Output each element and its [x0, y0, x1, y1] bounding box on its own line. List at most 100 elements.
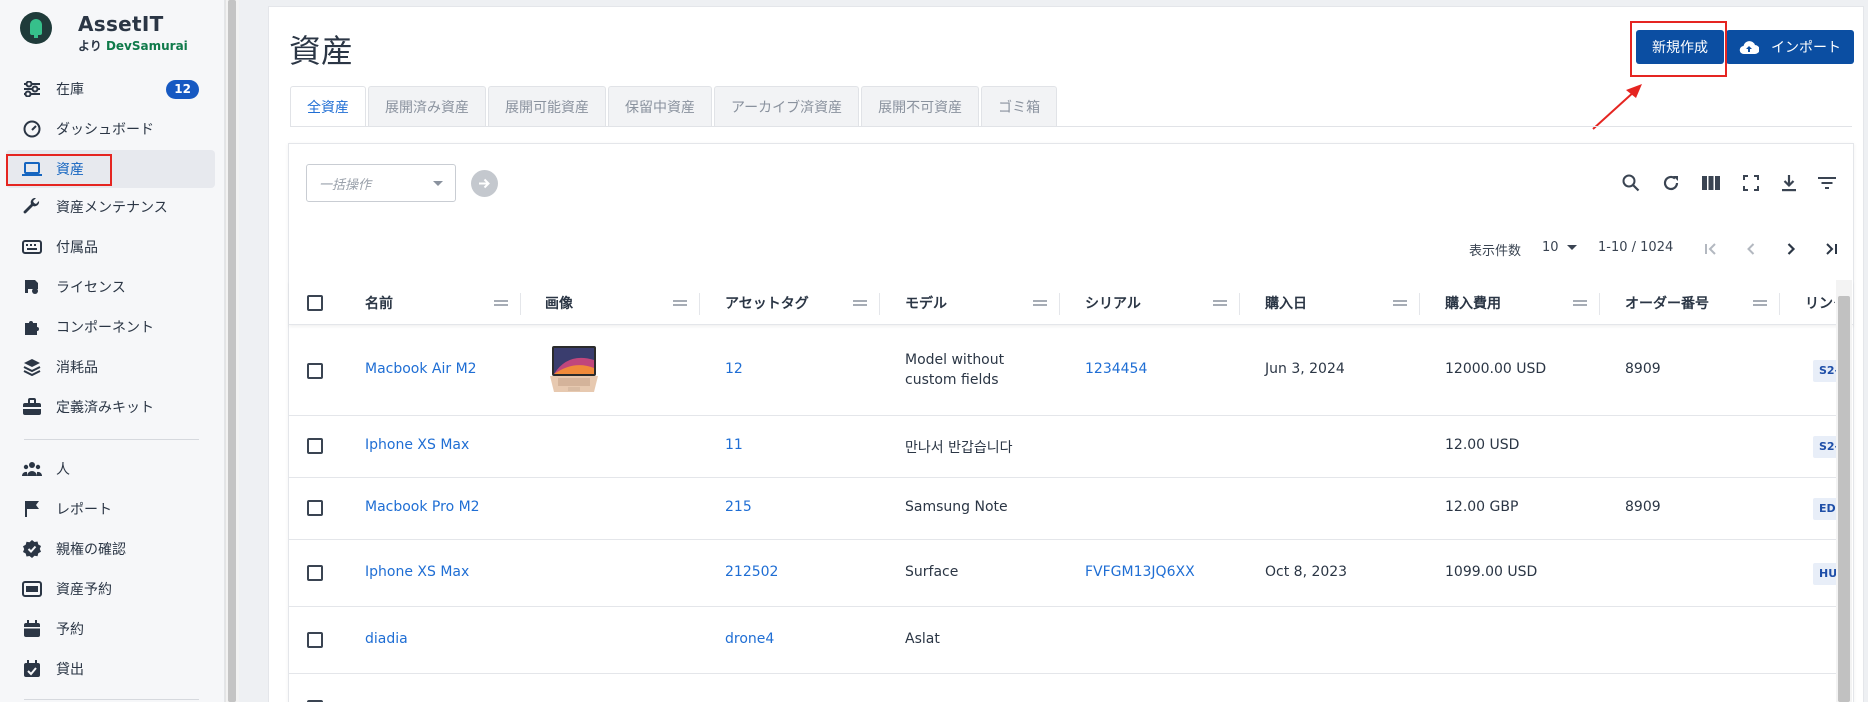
asset-name-link[interactable]: Macbook Pro M2 [365, 499, 480, 515]
column-drag-handle[interactable] [1753, 300, 1767, 306]
column-header-order-number[interactable]: オーダー番号 [1625, 281, 1709, 325]
asset-tag-link[interactable]: 212502 [725, 564, 778, 580]
asset-tag-link[interactable]: 11 [725, 437, 743, 453]
puzzle-icon [22, 317, 42, 337]
column-header-serial[interactable]: シリアル [1085, 281, 1141, 325]
sidebar-item-accessories[interactable]: 付属品 [6, 228, 215, 266]
import-button[interactable]: インポート [1726, 30, 1854, 64]
row-checkbox[interactable] [307, 632, 323, 648]
table-scrollbar-thumb[interactable] [1838, 296, 1850, 702]
table-row[interactable]: Iphone XS Max 212502 Surface FVFGM13JQ6X… [289, 540, 1843, 607]
columns-icon[interactable] [1700, 172, 1722, 194]
row-checkbox[interactable] [307, 363, 323, 379]
tab-undeployable[interactable]: 展開不可資産 [861, 86, 980, 126]
asset-order-number: 8909 [1625, 499, 1661, 515]
asset-serial-link[interactable]: FVFGM13JQ6XX [1085, 564, 1195, 580]
tab-trash[interactable]: ゴミ箱 [981, 86, 1058, 126]
column-drag-handle[interactable] [1573, 300, 1587, 306]
column-header-purchase-date[interactable]: 購入日 [1265, 281, 1307, 325]
asset-name-link[interactable]: Iphone XS Max [365, 564, 469, 580]
column-drag-handle[interactable] [1213, 300, 1227, 306]
asset-name-link[interactable]: Iphone XS Max [365, 437, 469, 453]
column-header-image[interactable]: 画像 [545, 281, 573, 325]
page-title: 資産 [289, 32, 354, 70]
tab-pending[interactable]: 保留中資産 [608, 86, 712, 126]
sidebar-item-inventory[interactable]: 在庫 12 [6, 70, 215, 108]
asset-purchase-cost: 12000.00 USD [1445, 361, 1547, 377]
table-header: 名前 画像 アセットタグ モデル シリアル 購入日 購入費用 オーダー番号 リン… [289, 281, 1853, 325]
sidebar-item-dashboard[interactable]: ダッシュボード [6, 110, 215, 148]
table-row[interactable]: Iphone XS Max 11 만나서 반갑습니다 12.00 USD S2-… [289, 416, 1843, 478]
tab-deployable[interactable]: 展開可能資産 [488, 86, 606, 126]
column-drag-handle[interactable] [1033, 300, 1047, 306]
next-page-icon[interactable] [1780, 238, 1802, 260]
asset-model: Surface [905, 564, 959, 580]
column-header-asset-tag[interactable]: アセットタグ [725, 281, 809, 325]
column-header-name[interactable]: 名前 [365, 281, 393, 325]
sidebar-item-bookings[interactable]: 予約 [6, 610, 215, 648]
table-row[interactable] [289, 674, 1837, 702]
column-header-purchase-cost[interactable]: 購入費用 [1445, 281, 1501, 325]
fullscreen-icon[interactable] [1740, 172, 1762, 194]
asset-tag-link[interactable]: 215 [725, 499, 752, 515]
tab-archived[interactable]: アーカイブ済資産 [714, 86, 860, 126]
page-size-label: 表示件数 [1469, 244, 1522, 259]
asset-thumbnail-image[interactable] [548, 344, 600, 394]
column-drag-handle[interactable] [853, 300, 867, 306]
last-page-icon[interactable] [1820, 238, 1842, 260]
bulk-action-select[interactable]: 一括操作 [306, 164, 456, 202]
column-drag-handle[interactable] [1393, 300, 1407, 306]
column-drag-handle[interactable] [673, 300, 687, 306]
arrow-right-icon [479, 178, 490, 189]
refresh-icon[interactable] [1660, 172, 1682, 194]
sidebar-item-checkout[interactable]: 貸出 [6, 650, 215, 688]
sidebar-scrollbar-thumb[interactable] [228, 0, 236, 702]
download-icon[interactable] [1778, 172, 1800, 194]
table-row[interactable]: diadia drone4 Aslat [289, 607, 1837, 674]
sidebar-item-consumables[interactable]: 消耗品 [6, 348, 215, 386]
page-size-select[interactable]: 10 [1542, 240, 1577, 255]
sidebar-item-reports[interactable]: レポート [6, 490, 215, 528]
users-icon [22, 459, 42, 479]
column-header-link[interactable]: リンク [1805, 281, 1835, 325]
column-header-model[interactable]: モデル [905, 281, 947, 325]
row-checkbox[interactable] [307, 438, 323, 454]
asset-model: Aslat [905, 631, 940, 647]
asset-model: 만나서 반갑습니다 [905, 440, 1013, 456]
first-page-icon[interactable] [1700, 238, 1722, 260]
asset-name-link[interactable]: diadia [365, 631, 408, 647]
prev-page-icon[interactable] [1740, 238, 1762, 260]
asset-name-link[interactable]: Macbook Air M2 [365, 361, 477, 377]
brand-byline: より DevSamurai [78, 39, 188, 53]
row-checkbox[interactable] [307, 565, 323, 581]
asset-tabs: 全資産 展開済み資産 展開可能資産 保留中資産 アーカイブ済資産 展開不可資産 … [290, 86, 1059, 126]
sidebar-item-reservations[interactable]: 資産予約 [6, 570, 215, 608]
select-all-checkbox[interactable] [307, 295, 323, 311]
row-checkbox[interactable] [307, 500, 323, 516]
page-range: 1-10 / 1024 [1598, 240, 1674, 255]
filter-icon[interactable] [1816, 172, 1838, 194]
brand[interactable]: AssetIT より DevSamurai [20, 12, 188, 53]
bulk-action-placeholder: 一括操作 [319, 177, 372, 193]
toolbox-icon [22, 397, 42, 417]
calendar-check-icon [22, 659, 42, 679]
sidebar-item-ownership[interactable]: 親権の確認 [6, 530, 215, 568]
flag-icon [22, 499, 42, 519]
table-row[interactable]: Macbook Pro M2 215 Samsung Note 12.00 GB… [289, 478, 1843, 540]
sidebar-item-licenses[interactable]: ライセンス [6, 268, 215, 306]
sidebar-item-components[interactable]: コンポーネント [6, 308, 215, 346]
asset-serial-link[interactable]: 1234454 [1085, 361, 1147, 377]
asset-tag-link[interactable]: drone4 [725, 631, 774, 647]
search-icon[interactable] [1620, 172, 1642, 194]
tab-deployed[interactable]: 展開済み資産 [368, 86, 486, 126]
table-row[interactable]: Macbook Air M2 12 Model without custom f… [289, 326, 1843, 416]
bulk-go-button[interactable] [471, 170, 498, 197]
sidebar-item-kits[interactable]: 定義済みキット [6, 388, 215, 426]
sidebar-item-maintenance[interactable]: 資産メンテナンス [6, 188, 215, 226]
tab-all-assets[interactable]: 全資産 [290, 86, 366, 126]
asset-order-number: 8909 [1625, 361, 1661, 377]
sidebar-item-people[interactable]: 人 [6, 450, 215, 488]
column-drag-handle[interactable] [494, 300, 508, 306]
chevron-down-icon [1566, 245, 1577, 250]
asset-tag-link[interactable]: 12 [725, 361, 743, 377]
